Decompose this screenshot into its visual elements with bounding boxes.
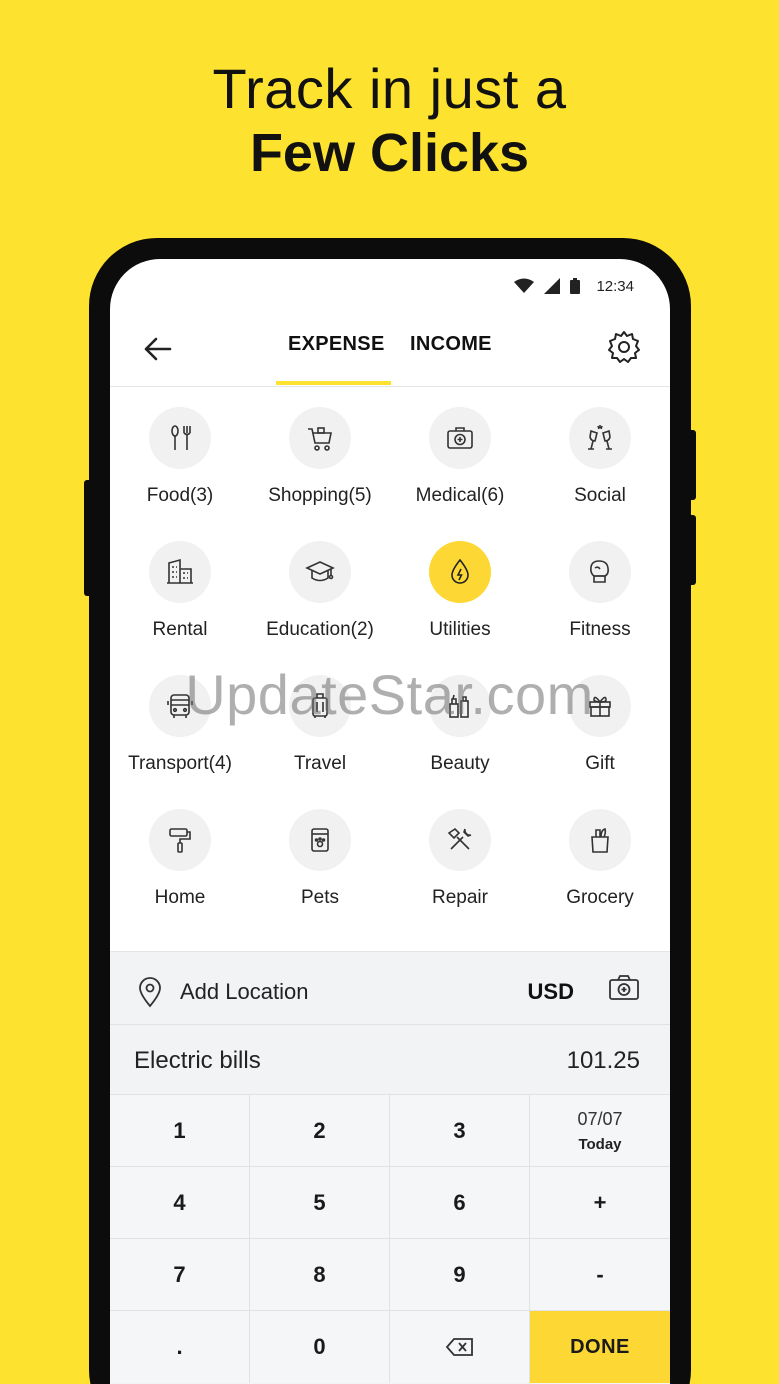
note-row: Electric bills 101.25	[110, 1025, 670, 1095]
camera-icon[interactable]	[608, 974, 640, 1002]
add-location-button[interactable]: Add Location	[180, 979, 308, 1005]
location-row: Add Location USD	[110, 951, 670, 1025]
category-fitness[interactable]: Fitness	[530, 541, 670, 675]
utilities-drop-icon	[429, 541, 491, 603]
category-label: Gift	[585, 753, 615, 774]
entry-panel: Add Location USD Electric bills 101.25 1…	[110, 951, 670, 1384]
key-7[interactable]: 7	[110, 1239, 250, 1311]
bus-icon	[149, 675, 211, 737]
graduation-cap-icon	[289, 541, 351, 603]
paint-roller-icon	[149, 809, 211, 871]
category-gift[interactable]: Gift	[530, 675, 670, 809]
phone-side-button-right-2	[688, 515, 696, 585]
category-shopping[interactable]: Shopping(5)	[250, 407, 390, 541]
key-6[interactable]: 6	[390, 1167, 530, 1239]
status-time: 12:34	[596, 277, 634, 295]
category-label: Beauty	[430, 753, 490, 774]
key-decimal[interactable]: .	[110, 1311, 250, 1383]
cheers-icon	[569, 407, 631, 469]
category-rental[interactable]: Rental	[110, 541, 250, 675]
key-minus[interactable]: -	[530, 1239, 670, 1311]
category-label: Transport(4)	[128, 753, 232, 774]
shopping-cart-icon	[289, 407, 351, 469]
key-5[interactable]: 5	[250, 1167, 390, 1239]
key-4[interactable]: 4	[110, 1167, 250, 1239]
category-utilities[interactable]: Utilities	[390, 541, 530, 675]
category-label: Repair	[432, 887, 488, 908]
boxing-glove-icon	[569, 541, 631, 603]
status-bar: 12:34	[514, 275, 634, 297]
battery-icon	[570, 278, 581, 294]
category-label: Social	[574, 485, 626, 506]
currency-selector[interactable]: USD	[528, 979, 574, 1005]
category-label: Rental	[152, 619, 208, 640]
building-icon	[149, 541, 211, 603]
phone-side-button-right-1	[688, 430, 696, 500]
category-education[interactable]: Education(2)	[250, 541, 390, 675]
signal-icon	[544, 278, 561, 294]
category-label: Food(3)	[146, 485, 214, 506]
tools-icon	[429, 809, 491, 871]
category-transport[interactable]: Transport(4)	[110, 675, 250, 809]
medical-kit-icon	[429, 407, 491, 469]
date-value: 07/07	[577, 1108, 623, 1129]
category-label: Medical(6)	[415, 485, 505, 506]
category-beauty[interactable]: Beauty	[390, 675, 530, 809]
fork-knife-icon	[149, 407, 211, 469]
category-label: Fitness	[569, 619, 631, 640]
pet-food-icon	[289, 809, 351, 871]
category-food[interactable]: Food(3)	[110, 407, 250, 541]
key-8[interactable]: 8	[250, 1239, 390, 1311]
key-2[interactable]: 2	[250, 1095, 390, 1167]
gear-icon[interactable]	[606, 329, 642, 365]
key-3[interactable]: 3	[390, 1095, 530, 1167]
category-medical[interactable]: Medical(6)	[390, 407, 530, 541]
phone-side-button-left	[84, 480, 92, 596]
category-travel[interactable]: Travel	[250, 675, 390, 809]
category-label: Education(2)	[266, 619, 374, 640]
keypad: 1 2 3 07/07 Today 4 5 6 + 7 8 9 - . 0 DO…	[110, 1095, 670, 1384]
date-label: Today	[578, 1135, 622, 1153]
category-label: Travel	[293, 753, 347, 774]
category-grocery[interactable]: Grocery	[530, 809, 670, 943]
key-1[interactable]: 1	[110, 1095, 250, 1167]
date-key[interactable]: 07/07 Today	[530, 1095, 670, 1167]
note-field[interactable]: Electric bills	[134, 1047, 261, 1075]
category-label: Home	[154, 887, 206, 908]
headline: Track in just a Few Clicks	[0, 58, 779, 186]
location-pin-icon[interactable]	[136, 976, 164, 1008]
headline-line-2: Few Clicks	[249, 123, 530, 183]
grocery-bag-icon	[569, 809, 631, 871]
back-arrow-icon[interactable]	[140, 331, 176, 367]
category-home[interactable]: Home	[110, 809, 250, 943]
category-label: Pets	[300, 887, 340, 908]
amount-display: 101.25	[566, 1047, 640, 1074]
category-label: Utilities	[429, 619, 491, 640]
key-plus[interactable]: +	[530, 1167, 670, 1239]
key-backspace[interactable]	[390, 1311, 530, 1383]
category-label: Shopping(5)	[268, 485, 372, 506]
app-bar: EXPENSE INCOME	[110, 319, 670, 387]
category-label: Grocery	[566, 887, 634, 908]
tab-indicator	[276, 381, 391, 385]
backspace-icon	[445, 1338, 473, 1356]
suitcase-icon	[289, 675, 351, 737]
headline-line-1: Track in just a	[212, 57, 567, 120]
key-0[interactable]: 0	[250, 1311, 390, 1383]
tab-expense[interactable]: EXPENSE	[288, 333, 385, 356]
wifi-icon	[514, 278, 535, 293]
done-button[interactable]: DONE	[530, 1311, 670, 1383]
category-pets[interactable]: Pets	[250, 809, 390, 943]
key-9[interactable]: 9	[390, 1239, 530, 1311]
tab-income[interactable]: INCOME	[410, 333, 492, 356]
category-social[interactable]: Social	[530, 407, 670, 541]
gift-icon	[569, 675, 631, 737]
cosmetics-icon	[429, 675, 491, 737]
category-repair[interactable]: Repair	[390, 809, 530, 943]
